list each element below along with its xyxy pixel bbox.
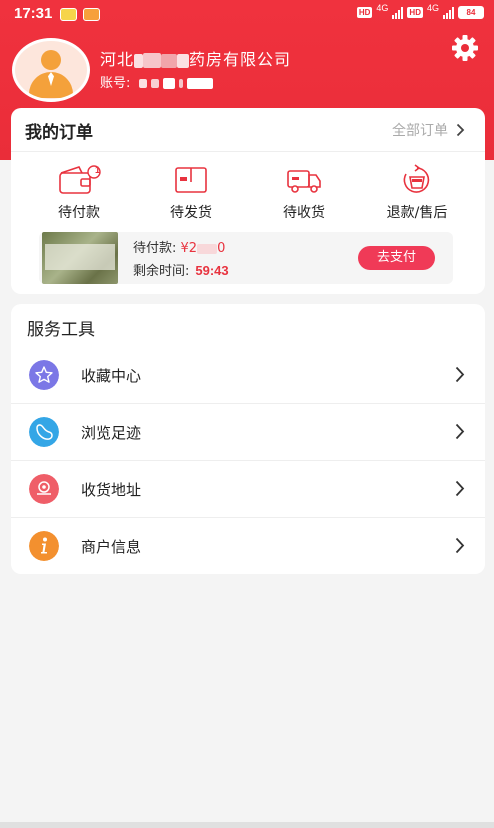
- account-label: 账号:: [100, 76, 131, 91]
- location-icon: [29, 474, 59, 504]
- redaction-block: [197, 243, 218, 254]
- order-status-label: 待付款: [58, 205, 100, 221]
- orders-title: 我的订单: [25, 123, 93, 143]
- service-tools-card: 服务工具 收藏中心 浏览足迹 收货地址 商户信息: [11, 304, 485, 574]
- remaining-time-value: 59:43: [195, 263, 229, 278]
- network-type: 4G: [376, 3, 389, 13]
- order-status-label: 待收货: [283, 205, 325, 221]
- network-type-2: 4G: [426, 3, 439, 13]
- order-status-label: 待发货: [170, 205, 212, 221]
- service-tools-title: 服务工具: [27, 320, 95, 340]
- remaining-time-label: 剩余时间:: [133, 264, 190, 279]
- all-orders-label: 全部订单: [392, 123, 448, 139]
- chevron-right-icon: [455, 537, 465, 554]
- redaction-block: [187, 78, 214, 89]
- chevron-right-icon: [456, 123, 465, 137]
- company-name: 河北 药房有限公司: [100, 46, 291, 70]
- avatar-head-shape: [41, 50, 61, 70]
- pending-amount-line: 待付款: ¥2 0: [133, 237, 225, 256]
- pending-amount-prefix: ¥2: [180, 241, 198, 256]
- tool-row-history[interactable]: 浏览足迹: [11, 403, 485, 460]
- star-icon: [29, 360, 59, 390]
- redaction-block: [161, 53, 178, 68]
- orders-divider: [11, 151, 485, 152]
- tool-label: 收货地址: [81, 481, 142, 499]
- status-time: 17:31: [14, 5, 53, 22]
- tool-label: 商户信息: [81, 538, 142, 556]
- notification-app-icon-2: [83, 8, 100, 21]
- signal-icon: [392, 6, 404, 19]
- tool-label: 收藏中心: [81, 367, 142, 385]
- chevron-right-icon: [455, 480, 465, 497]
- redaction-block: [178, 79, 183, 88]
- truck-icon: [287, 170, 321, 193]
- pending-order-card[interactable]: 待付款: ¥2 0 剩余时间: 59:43 去支付: [39, 232, 453, 284]
- order-status-refund[interactable]: 退款/售后: [367, 164, 467, 222]
- account-line: 账号:: [100, 72, 214, 91]
- company-name-prefix: 河北: [100, 50, 135, 69]
- hd-badge: HD: [356, 7, 373, 18]
- settings-gear-icon[interactable]: [449, 34, 481, 62]
- redaction-block: [150, 79, 159, 88]
- chevron-right-icon: [455, 423, 465, 440]
- pending-amount-suffix: 0: [217, 241, 226, 256]
- footprint-icon: [29, 417, 59, 447]
- avatar[interactable]: [12, 38, 90, 102]
- redaction-block: [162, 78, 175, 89]
- redaction-block: [138, 79, 147, 88]
- orders-card: 我的订单 全部订单 1 待付款 待发货 待收货 退款/售后 待付款: ¥2 0 …: [11, 108, 485, 294]
- battery-icon: 84: [458, 6, 484, 19]
- pay-button[interactable]: 去支付: [358, 246, 435, 270]
- redaction-block: [177, 53, 190, 68]
- remaining-time-line: 剩余时间: 59:43: [133, 260, 229, 279]
- tool-label: 浏览足迹: [81, 424, 142, 442]
- tool-row-address[interactable]: 收货地址: [11, 460, 485, 517]
- redaction-block: [134, 53, 144, 68]
- product-label-shape: [45, 244, 115, 270]
- notification-app-icon: [60, 8, 77, 21]
- tool-row-favorites[interactable]: 收藏中心: [11, 346, 485, 403]
- all-orders-link[interactable]: 全部订单: [392, 120, 465, 140]
- order-status-to-ship[interactable]: 待发货: [141, 164, 241, 222]
- package-icon: [175, 167, 207, 193]
- order-status-to-receive[interactable]: 待收货: [254, 164, 354, 222]
- product-image: [42, 232, 118, 284]
- bottom-navigation-edge: [0, 822, 494, 828]
- tool-row-merchant-info[interactable]: 商户信息: [11, 517, 485, 574]
- info-icon: [29, 531, 59, 561]
- company-name-suffix: 药房有限公司: [189, 50, 292, 69]
- chevron-right-icon: [455, 366, 465, 383]
- status-indicators: HD 4G HD 4G 84: [356, 3, 484, 19]
- signal-icon-2: [443, 6, 454, 19]
- pending-label: 待付款:: [133, 241, 177, 256]
- order-status-label: 退款/售后: [386, 205, 448, 221]
- redaction-block: [143, 53, 162, 68]
- pending-payment-badge: 1: [95, 165, 101, 175]
- hd-badge-2: HD: [407, 7, 423, 18]
- status-bar: 17:31 HD 4G HD 4G 84: [0, 0, 494, 28]
- order-status-pending-payment[interactable]: 1 待付款: [29, 164, 129, 222]
- refund-icon: [403, 164, 430, 193]
